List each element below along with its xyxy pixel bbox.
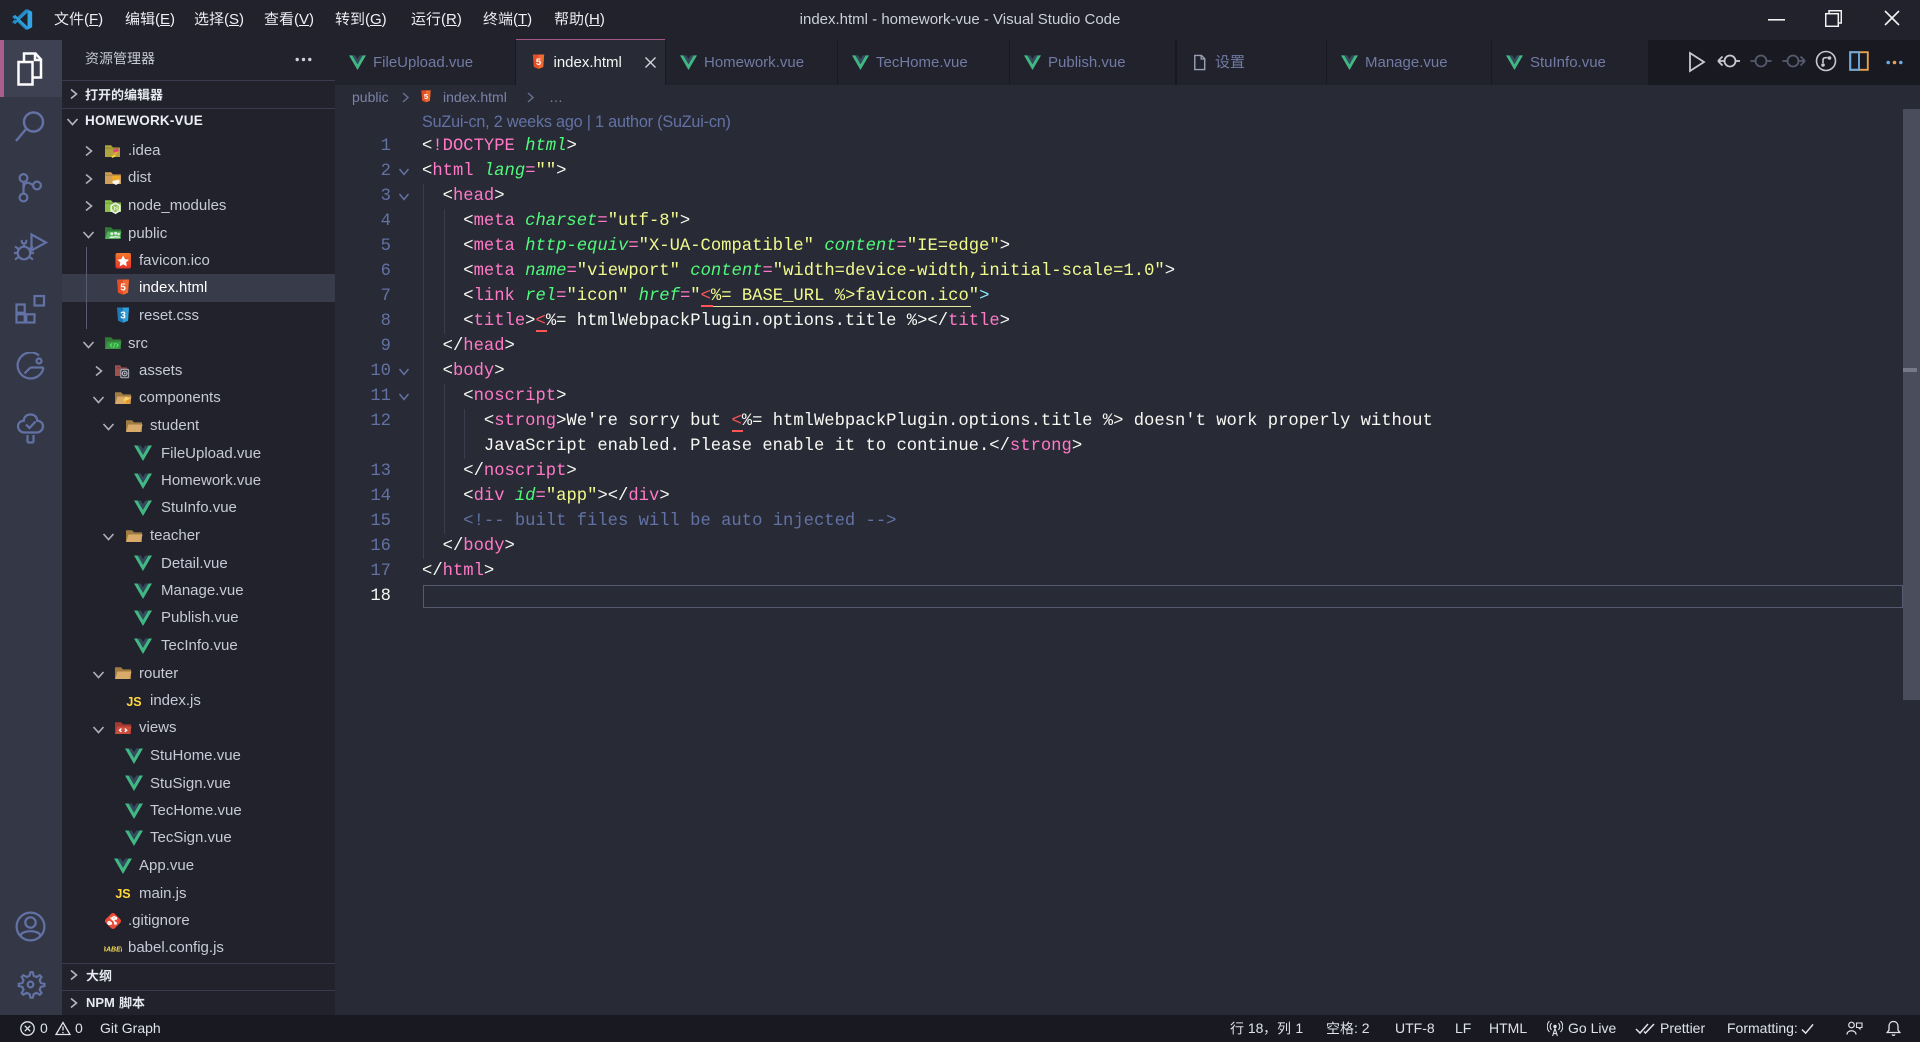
svg-text:JS: JS — [112, 206, 119, 212]
